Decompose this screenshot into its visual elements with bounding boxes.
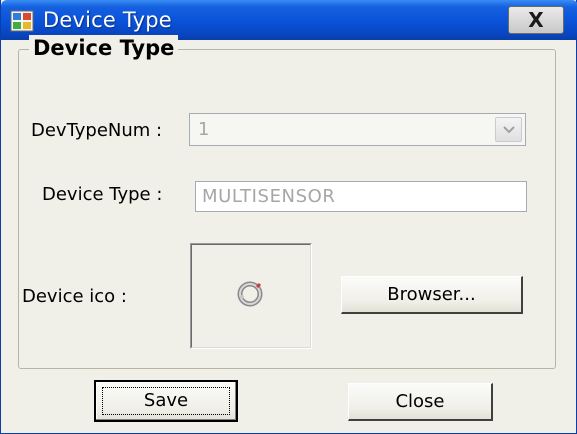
device-ico-label: Device ico : [22,286,127,307]
devtypenum-value: 1 [198,119,210,140]
save-button[interactable]: Save [94,380,238,422]
device-type-dialog: Device Type X Device Type DevTypeNum : 1… [0,0,577,434]
chevron-down-icon [502,125,515,133]
devtypenum-dropdown-button[interactable] [495,117,522,142]
device-type-label: Device Type : [42,184,163,205]
devtypenum-select[interactable]: 1 [189,113,526,146]
device-icon-preview [190,243,312,349]
device-type-value: MULTISENSOR [202,186,336,207]
title-bar[interactable]: Device Type X [1,0,577,40]
multisensor-ring-icon [237,281,263,307]
device-type-field[interactable]: MULTISENSOR [195,181,527,212]
devtypenum-label: DevTypeNum : [31,120,163,141]
close-button-label: Close [395,390,445,412]
window-title: Device Type [43,8,172,32]
close-button[interactable]: Close [348,383,493,421]
device-type-app-icon [10,10,34,32]
browser-button-label: Browser... [387,283,476,305]
close-icon: X [528,8,544,32]
close-window-button[interactable]: X [508,6,564,34]
focus-rectangle [102,387,230,415]
groupbox-title: Device Type [29,35,179,61]
browser-button[interactable]: Browser... [341,276,523,314]
